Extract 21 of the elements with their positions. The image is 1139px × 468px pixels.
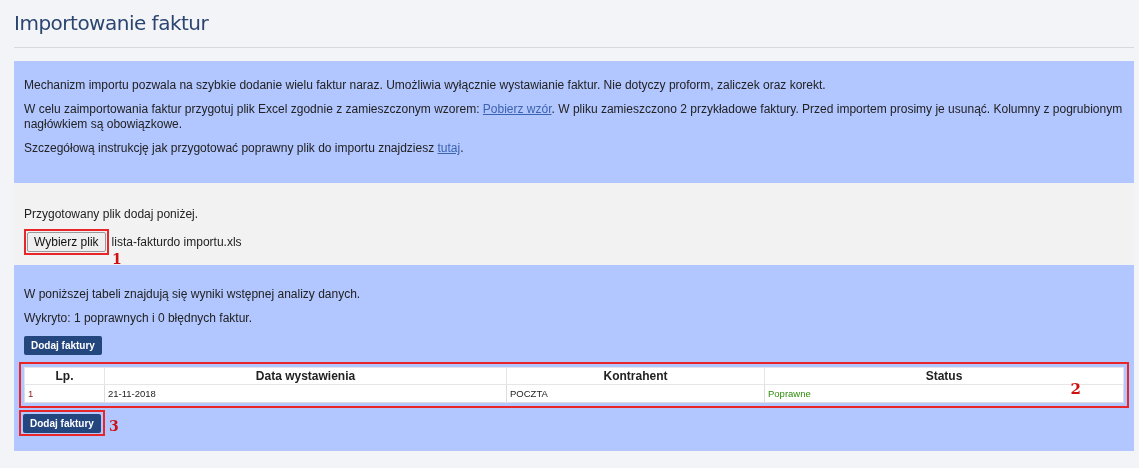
table-cell: 21-11-2018 [104,384,507,403]
add-invoices-button[interactable]: Dodaj faktury [23,414,101,433]
file-name: lista-fakturdo importu.xls [111,235,242,249]
callout-number: 3 [109,419,119,433]
link[interactable]: Pobierz wzór [482,102,552,116]
choose-file-button[interactable]: Wybierz plik [27,232,106,252]
add-invoices-button[interactable]: Dodaj faktury [24,336,102,355]
table-cell: 1 [24,384,105,403]
results-intro: W poniższej tabeli znajdują się wyniki wstępnej analizy danych. [24,287,362,302]
info-paragraph: Szczegółową instrukcję jak przygotować poprawny plik do importu znajdziesz tutaj. [24,141,465,156]
callout-number: 1 [112,252,122,266]
column-header: Lp. [24,367,105,385]
table-cell: POCZTA [506,384,765,403]
page-title: Importowanie faktur [14,10,210,37]
info-paragraph: W celu zaimportowania faktur przygotuj plik Excel zgodnie z zamieszczonym wzorem: Pobierz wzór. W pliku zamieszczono 2 przykładowe faktury. Przed importem prosimy je usunąć. Kolumny z pogrubionym nagłówkiem są obowiązkowe. [24,102,1124,132]
column-header: Data wystawienia [104,367,507,385]
column-header: Kontrahent [506,367,765,385]
callout-number: 2 [1070,382,1081,396]
upload-label: Przygotowany plik dodaj poniżej. [24,207,200,222]
info-paragraph: Mechanizm importu pozwala na szybkie dodanie wielu faktur naraz. Umożliwia wyłącznie wystawianie faktur. Nie dotyczy proform, zaliczek oraz korekt. [24,78,827,93]
results-summary: Wykryto: 1 poprawnych i 0 błędnych faktur. [24,311,253,326]
